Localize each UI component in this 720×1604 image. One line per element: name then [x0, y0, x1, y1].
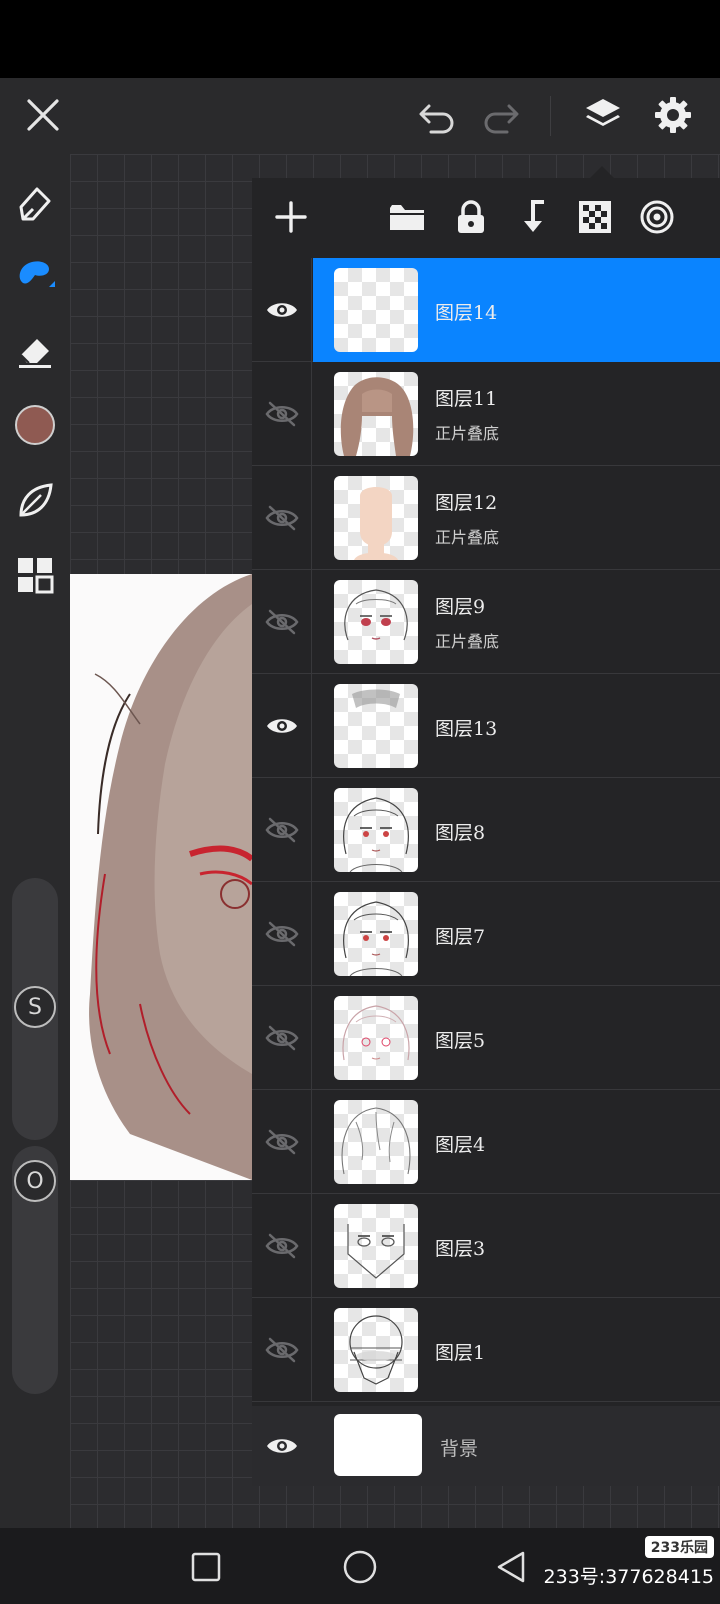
layers-icon[interactable]: [578, 90, 628, 140]
gear-icon[interactable]: [648, 90, 698, 140]
lock-icon[interactable]: [448, 194, 494, 240]
eye-off-icon: [264, 505, 299, 531]
layer-name: 图层9: [435, 596, 486, 618]
panel-caret: [590, 166, 614, 178]
layer-row[interactable]: 图层12 正片叠底: [252, 466, 720, 570]
background-thumbnail: [334, 1414, 422, 1476]
redo-icon[interactable]: [476, 92, 526, 142]
status-bar: [0, 0, 720, 78]
left-toolbar: S O: [0, 154, 70, 1528]
eraser-icon[interactable]: [10, 326, 60, 376]
layer-name: 图层11: [435, 388, 498, 410]
layer-row[interactable]: 图层1: [252, 1298, 720, 1402]
merge-down-icon[interactable]: [510, 194, 556, 240]
layer-thumbnail: [334, 996, 418, 1080]
layer-name: 图层1: [435, 1342, 486, 1364]
layer-thumbnail: [334, 580, 418, 664]
checker-icon[interactable]: [572, 194, 618, 240]
add-layer-icon[interactable]: [268, 194, 314, 240]
layer-name: 图层7: [435, 926, 486, 948]
eye-off-icon: [264, 401, 299, 427]
layer-name: 图层8: [435, 822, 486, 844]
blend-mode: 正片叠底: [435, 424, 500, 443]
background-layer-row[interactable]: 背景: [252, 1406, 720, 1486]
layer-row[interactable]: 图层7: [252, 882, 720, 986]
eye-icon: [266, 719, 297, 733]
toolbar-divider: [550, 96, 551, 136]
visibility-toggle[interactable]: [252, 1298, 312, 1402]
layers-panel-toolbar: [252, 178, 720, 258]
blend-mode: 正片叠底: [435, 632, 500, 651]
close-icon[interactable]: [18, 90, 68, 140]
square-icon[interactable]: [181, 1542, 231, 1592]
eye-off-icon: [264, 1025, 299, 1051]
visibility-toggle[interactable]: [252, 1194, 312, 1298]
layer-thumbnail: [334, 268, 418, 352]
pen-icon[interactable]: [10, 180, 60, 230]
visibility-toggle[interactable]: [252, 882, 312, 986]
folder-icon[interactable]: [384, 194, 430, 240]
watermark-badge: 233乐园: [644, 1536, 714, 1558]
artwork-preview: [70, 574, 252, 1180]
layer-thumbnail: [334, 476, 418, 560]
eye-icon[interactable]: [252, 1406, 312, 1486]
watermark-text: 233号:377628415: [543, 1566, 714, 1588]
layer-thumbnail: [334, 1308, 418, 1392]
visibility-toggle[interactable]: [252, 570, 312, 674]
layer-row[interactable]: 图层9 正片叠底: [252, 570, 720, 674]
layer-name: 图层12: [435, 492, 498, 514]
layer-thumbnail: [334, 788, 418, 872]
layer-row[interactable]: 图层13: [252, 674, 720, 778]
visibility-toggle[interactable]: [252, 258, 312, 362]
layer-row[interactable]: 图层5: [252, 986, 720, 1090]
layer-name: 图层13: [435, 718, 498, 740]
layer-row[interactable]: 图层3: [252, 1194, 720, 1298]
layer-name: 图层14: [435, 302, 498, 324]
eye-icon: [266, 303, 297, 317]
visibility-toggle[interactable]: [252, 986, 312, 1090]
layer-name: 图层5: [435, 1030, 486, 1052]
top-toolbar: [0, 78, 720, 154]
layer-name: 图层3: [435, 1238, 486, 1260]
layer-row[interactable]: 图层11 正片叠底: [252, 362, 720, 466]
color-swatch[interactable]: [10, 400, 60, 450]
eye-off-icon: [264, 1129, 299, 1155]
brush-icon[interactable]: [10, 250, 60, 300]
layer-list: 图层14 图层11 正片叠底 图层12 正片叠底 图层9 正片叠底 图层13 图…: [252, 258, 720, 1406]
target-icon[interactable]: [634, 194, 680, 240]
grid-icon[interactable]: [10, 550, 60, 600]
blend-mode: 正片叠底: [435, 528, 500, 547]
background-layer-name: 背景: [440, 1438, 479, 1460]
layer-thumbnail: [334, 1204, 418, 1288]
layer-thumbnail: [334, 684, 418, 768]
circle-icon[interactable]: [335, 1542, 385, 1592]
layer-row[interactable]: 图层14: [252, 258, 720, 362]
layer-thumbnail: [334, 372, 418, 456]
layer-thumbnail: [334, 892, 418, 976]
visibility-toggle[interactable]: [252, 1090, 312, 1194]
eye-off-icon: [264, 1337, 299, 1363]
eye-off-icon: [264, 1233, 299, 1259]
watermark: 233乐园 233号:377628415: [524, 1536, 714, 1589]
size-slider-knob[interactable]: S: [14, 986, 56, 1028]
leaf-icon[interactable]: [10, 476, 60, 526]
opacity-slider-knob[interactable]: O: [14, 1160, 56, 1202]
layers-panel: 图层14 图层11 正片叠底 图层12 正片叠底 图层9 正片叠底 图层13 图…: [252, 178, 720, 1486]
eye-off-icon: [264, 609, 299, 635]
undo-icon[interactable]: [412, 92, 462, 142]
visibility-toggle[interactable]: [252, 778, 312, 882]
layer-row[interactable]: 图层4: [252, 1090, 720, 1194]
visibility-toggle[interactable]: [252, 466, 312, 570]
layer-name: 图层4: [435, 1134, 486, 1156]
layer-row[interactable]: 图层8: [252, 778, 720, 882]
eye-off-icon: [264, 921, 299, 947]
visibility-toggle[interactable]: [252, 362, 312, 466]
layer-thumbnail: [334, 1100, 418, 1184]
eye-off-icon: [264, 817, 299, 843]
visibility-toggle[interactable]: [252, 674, 312, 778]
